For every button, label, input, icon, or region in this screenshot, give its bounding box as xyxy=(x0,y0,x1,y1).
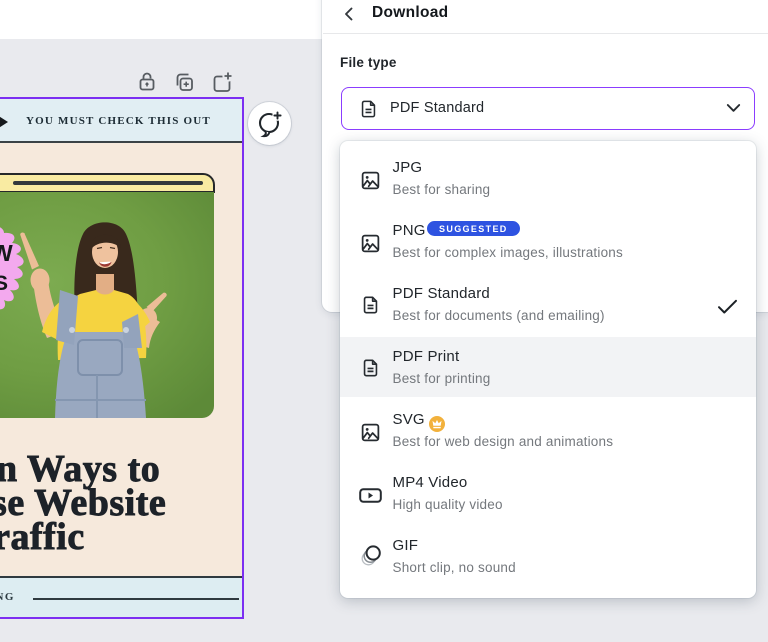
svg-text:S: S xyxy=(0,272,8,295)
svg-text:W: W xyxy=(0,240,13,266)
